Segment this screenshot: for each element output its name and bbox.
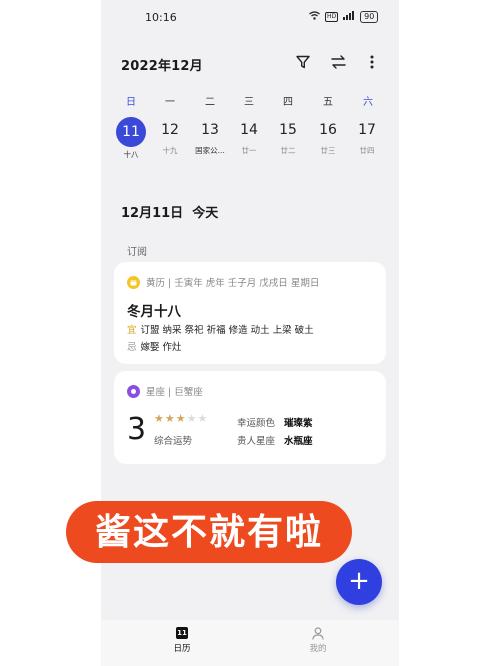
almanac-icon — [127, 275, 140, 289]
almanac-card[interactable]: 黄历 | 壬寅年 虎年 壬子月 戊戌日 星期日 冬月十八 宜订盟 纳采 祭祀 祈… — [114, 262, 386, 364]
day-number: 12 — [161, 122, 179, 138]
signal-icon — [343, 11, 355, 23]
day-cell[interactable]: 14 廿一 — [231, 117, 267, 161]
status-icons: HD 90 — [309, 11, 379, 23]
battery-icon: 90 — [360, 11, 379, 23]
day-cell-selected[interactable]: 11 十八 — [113, 117, 149, 161]
day-number: 17 — [358, 122, 376, 138]
nav-mine[interactable]: 我的 — [293, 627, 343, 654]
star-icon: ★ — [175, 412, 187, 425]
day-cell[interactable]: 17 廿四 — [349, 117, 385, 161]
star-icon: ★ — [186, 412, 198, 425]
status-time: 10:16 — [145, 11, 177, 24]
day-number: 15 — [279, 122, 297, 138]
day-number: 13 — [201, 122, 219, 138]
horoscope-card[interactable]: 星座 | 巨蟹座 3 ★★★★★ 综合运势 幸运颜色 璀璨紫 贵人星座 水瓶座 — [114, 371, 386, 464]
day-lunar: 廿四 — [359, 146, 375, 155]
star-icon: ★ — [197, 412, 209, 425]
lucky-color-key: 幸运颜色 — [237, 418, 276, 429]
horoscope-card-header: 星座 | 巨蟹座 — [127, 384, 203, 398]
day-cell[interactable]: 16 廿三 — [310, 117, 346, 161]
day-lunar: 国家公... — [195, 146, 225, 155]
weekday-tue: 二 — [205, 97, 215, 108]
star-icon: ★ — [154, 412, 165, 425]
fortune-score: 3 — [127, 412, 147, 447]
user-icon — [293, 627, 343, 640]
horoscope-header-text: 星座 | 巨蟹座 — [146, 387, 203, 398]
ji-text: 嫁娶 作灶 — [140, 342, 182, 353]
almanac-header-text: 黄历 | 壬寅年 虎年 壬子月 戊戌日 星期日 — [146, 278, 320, 289]
almanac-yi-line: 宜订盟 纳采 祭祀 祈福 修造 动土 上梁 破土 — [127, 322, 314, 336]
wifi-icon — [309, 11, 320, 23]
noble-sign-value: 水瓶座 — [284, 436, 313, 447]
fortune-label: 综合运势 — [154, 436, 193, 447]
yi-tag: 宜 — [127, 325, 137, 336]
weekday-sat: 六 — [363, 97, 373, 108]
day-cell[interactable]: 12 十九 — [152, 117, 188, 161]
weekday-mon: 一 — [165, 97, 175, 108]
switch-icon[interactable] — [327, 51, 349, 73]
hd-icon: HD — [325, 12, 339, 22]
month-title[interactable]: 2022年12月 — [121, 55, 203, 74]
day-cell[interactable]: 13 国家公... — [192, 117, 228, 161]
almanac-card-header: 黄历 | 壬寅年 虎年 壬子月 戊戌日 星期日 — [127, 275, 319, 289]
add-event-button[interactable]: + — [336, 559, 382, 605]
noble-sign-key: 贵人星座 — [237, 436, 276, 447]
overlay-banner: 酱这不就有啦 — [66, 501, 352, 563]
day-lunar: 十八 — [123, 150, 139, 159]
filter-icon[interactable] — [292, 51, 314, 73]
day-lunar: 廿三 — [320, 146, 336, 155]
day-lunar: 十九 — [162, 146, 178, 155]
ji-tag: 忌 — [127, 342, 137, 353]
calendar-icon: 11 — [176, 627, 188, 639]
day-lunar: 廿一 — [241, 146, 257, 155]
phone-screen: 10:16 HD 90 2022年12月 日 一 二 三 四 五 六 11 十八… — [101, 0, 399, 666]
more-icon[interactable] — [361, 51, 383, 73]
bottom-nav: 11 日历 我的 — [101, 620, 399, 666]
almanac-ji-line: 忌嫁娶 作灶 — [127, 339, 182, 353]
star-icon: ★ — [164, 412, 176, 425]
selected-date-heading: 12月11日 今天 — [121, 206, 219, 221]
nav-calendar[interactable]: 11 日历 — [157, 627, 207, 654]
lunar-date: 冬月十八 — [127, 304, 181, 320]
nav-mine-label: 我的 — [309, 644, 327, 654]
weekday-fri: 五 — [323, 97, 333, 108]
lucky-color-value: 璀璨紫 — [284, 418, 313, 429]
day-cell[interactable]: 15 廿二 — [270, 117, 306, 161]
day-number: 11 — [116, 117, 146, 147]
weekday-wed: 三 — [244, 97, 254, 108]
subscription-label: 订阅 — [127, 247, 147, 258]
weekday-sun: 日 — [126, 97, 136, 108]
day-number: 16 — [319, 122, 337, 138]
day-number: 14 — [240, 122, 258, 138]
day-lunar: 廿二 — [280, 146, 296, 155]
nav-calendar-label: 日历 — [173, 644, 191, 654]
horoscope-icon — [127, 384, 140, 398]
fortune-stars: ★★★★★ — [154, 412, 208, 425]
weekday-thu: 四 — [283, 97, 293, 108]
yi-text: 订盟 纳采 祭祀 祈福 修造 动土 上梁 破土 — [140, 325, 314, 336]
